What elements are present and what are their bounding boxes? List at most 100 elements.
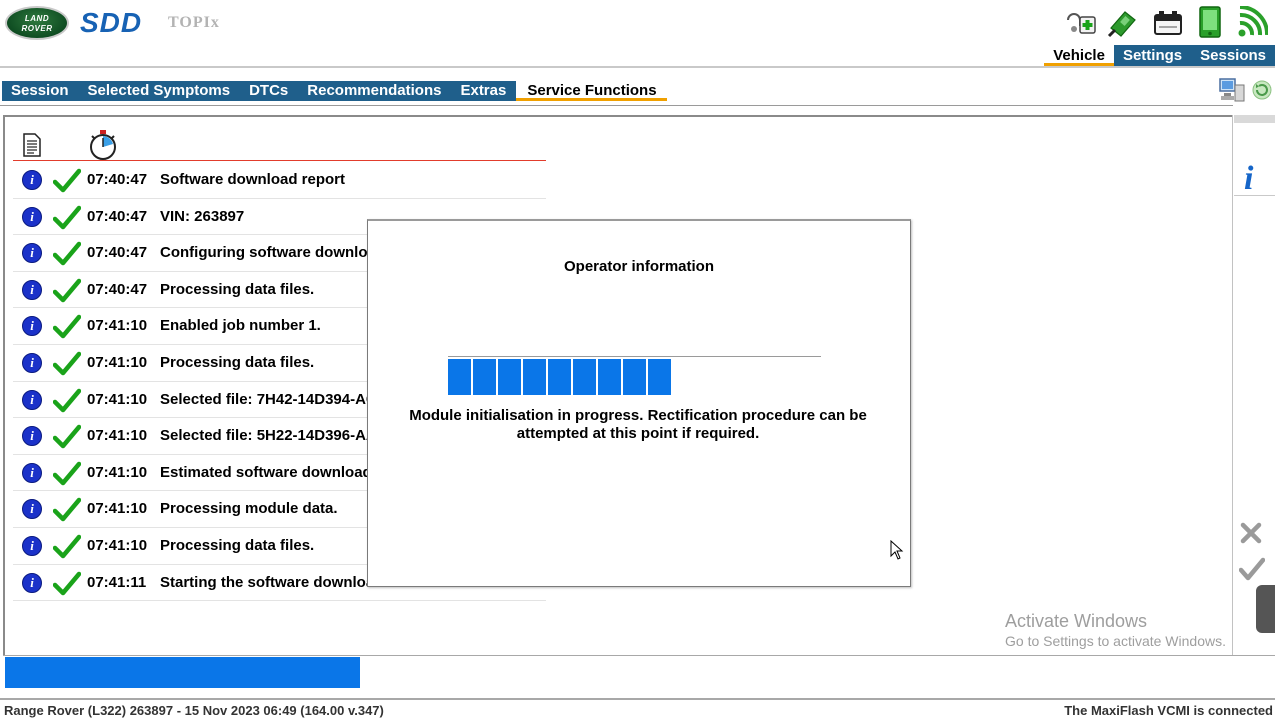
progress-segment bbox=[623, 359, 646, 395]
log-time: 07:41:10 bbox=[87, 427, 148, 445]
log-message: Selected file: 5H22-14D396-AA bbox=[160, 427, 377, 445]
module-init-progress-bar bbox=[448, 359, 677, 395]
success-check-icon bbox=[53, 205, 81, 229]
log-time: 07:41:10 bbox=[87, 390, 148, 408]
tab-selected-symptoms[interactable]: Selected Symptoms bbox=[79, 81, 241, 101]
info-icon: i bbox=[22, 572, 42, 593]
success-check-icon bbox=[53, 498, 81, 522]
windows-activation-watermark: Activate Windows Go to Settings to activ… bbox=[1005, 611, 1226, 649]
tabs-divider bbox=[0, 105, 1233, 106]
progress-segment bbox=[448, 359, 471, 395]
tab-sessions[interactable]: Sessions bbox=[1191, 45, 1275, 66]
tab-session[interactable]: Session bbox=[2, 81, 79, 101]
land-rover-logo: LAND ROVER bbox=[5, 6, 69, 40]
log-message: Processing data files. bbox=[160, 280, 315, 298]
sidebar-collapse-handle[interactable] bbox=[1256, 585, 1275, 633]
success-check-icon bbox=[53, 351, 81, 376]
watermark-subtitle: Go to Settings to activate Windows. bbox=[1005, 633, 1226, 649]
progress-segment bbox=[598, 359, 621, 395]
progress-segment bbox=[573, 359, 596, 395]
tab-dtcs[interactable]: DTCs bbox=[240, 81, 298, 101]
info-icon: i bbox=[22, 535, 42, 556]
log-header-divider bbox=[13, 160, 546, 161]
sidebar-header bbox=[1234, 115, 1275, 123]
confirm-check-icon[interactable] bbox=[1239, 557, 1265, 581]
header-divider bbox=[0, 66, 1275, 68]
tab-recommendations[interactable]: Recommendations bbox=[298, 81, 451, 101]
info-icon: i bbox=[22, 316, 42, 337]
dialog-title: Operator information bbox=[563, 258, 714, 275]
stopwatch-icon[interactable] bbox=[87, 129, 119, 161]
app-header: LAND ROVER SDD TOPIx Vehicle Settings Se… bbox=[0, 0, 1275, 68]
success-check-icon bbox=[53, 168, 81, 193]
tab-extras[interactable]: Extras bbox=[451, 81, 516, 101]
log-time: 07:41:10 bbox=[87, 317, 148, 335]
watermark-title: Activate Windows bbox=[1005, 611, 1148, 631]
log-time: 07:40:47 bbox=[87, 244, 148, 262]
success-check-icon bbox=[53, 534, 81, 559]
log-row[interactable]: i 07:40:47 Software download report bbox=[13, 162, 546, 199]
function-tabs: Session Selected Symptoms DTCs Recommend… bbox=[2, 81, 667, 101]
refresh-icon[interactable] bbox=[1252, 80, 1272, 100]
tab-settings[interactable]: Settings bbox=[1113, 45, 1192, 66]
log-time: 07:40:47 bbox=[87, 280, 148, 298]
medical-kit-icon[interactable] bbox=[1065, 6, 1097, 38]
success-check-icon bbox=[53, 278, 81, 303]
progress-segment bbox=[648, 359, 671, 395]
network-computer-icon[interactable] bbox=[1218, 76, 1246, 104]
info-icon: i bbox=[22, 170, 42, 190]
info-icon: i bbox=[22, 243, 42, 264]
vehicle-info: Range Rover (L322) 263897 - 15 Nov 2023 … bbox=[4, 703, 384, 718]
log-message: Enabled job number 1. bbox=[160, 317, 321, 335]
module-name[interactable]: TOPIx bbox=[168, 14, 220, 32]
mouse-cursor-icon bbox=[890, 540, 904, 560]
log-time: 07:41:10 bbox=[87, 536, 148, 554]
log-message: Estimated software download bbox=[160, 463, 372, 481]
log-message: Selected file: 7H42-14D394-AC bbox=[160, 390, 377, 408]
log-time: 07:41:10 bbox=[87, 353, 148, 371]
progress-divider bbox=[3, 655, 1275, 656]
info-icon: i bbox=[22, 462, 42, 483]
info-icon: i bbox=[22, 499, 42, 520]
log-message: Processing data files. bbox=[160, 536, 315, 554]
battery-icon[interactable] bbox=[1152, 6, 1184, 38]
diagnostic-cable-icon[interactable] bbox=[1107, 6, 1139, 38]
mobile-device-icon[interactable] bbox=[1194, 6, 1226, 38]
info-icon: i bbox=[22, 206, 42, 227]
sidebar-divider bbox=[1232, 115, 1233, 655]
progress-segment bbox=[473, 359, 496, 395]
info-icon[interactable]: i bbox=[1244, 160, 1253, 198]
success-check-icon bbox=[53, 461, 81, 485]
report-document-icon[interactable] bbox=[21, 133, 43, 157]
overall-progress-bar bbox=[5, 657, 360, 688]
log-message: Processing module data. bbox=[160, 500, 338, 518]
logo-text-bottom: ROVER bbox=[21, 24, 53, 33]
log-toolbar bbox=[21, 129, 551, 161]
cancel-icon[interactable] bbox=[1240, 522, 1262, 544]
progress-segment bbox=[548, 359, 571, 395]
success-check-icon bbox=[53, 241, 81, 266]
dialog-message: Module initialisation in progress. Recti… bbox=[409, 407, 867, 442]
info-icon: i bbox=[22, 352, 42, 373]
progress-segment bbox=[498, 359, 521, 395]
wireless-signal-icon[interactable] bbox=[1236, 6, 1268, 38]
operator-information-dialog: Operator information Module initialisati… bbox=[367, 219, 911, 587]
logo-text-top: LAND bbox=[24, 14, 50, 23]
progress-segment bbox=[523, 359, 546, 395]
log-time: 07:41:10 bbox=[87, 500, 148, 518]
info-icon: i bbox=[22, 426, 42, 447]
log-message: Starting the software downloa bbox=[160, 573, 375, 591]
success-check-icon bbox=[53, 388, 81, 412]
log-message: Processing data files. bbox=[160, 353, 315, 371]
log-message: Configuring software downloa bbox=[160, 244, 376, 262]
log-time: 07:41:10 bbox=[87, 463, 148, 481]
status-bar: Range Rover (L322) 263897 - 15 Nov 2023 … bbox=[0, 698, 1275, 722]
log-time: 07:41:11 bbox=[87, 573, 147, 591]
success-check-icon bbox=[53, 315, 81, 339]
progress-track bbox=[448, 356, 821, 357]
log-message: VIN: 263897 bbox=[160, 207, 245, 225]
tab-vehicle[interactable]: Vehicle bbox=[1044, 45, 1114, 66]
info-icon: i bbox=[22, 389, 42, 410]
tab-service-functions[interactable]: Service Functions bbox=[516, 81, 667, 101]
success-check-icon bbox=[53, 571, 81, 595]
